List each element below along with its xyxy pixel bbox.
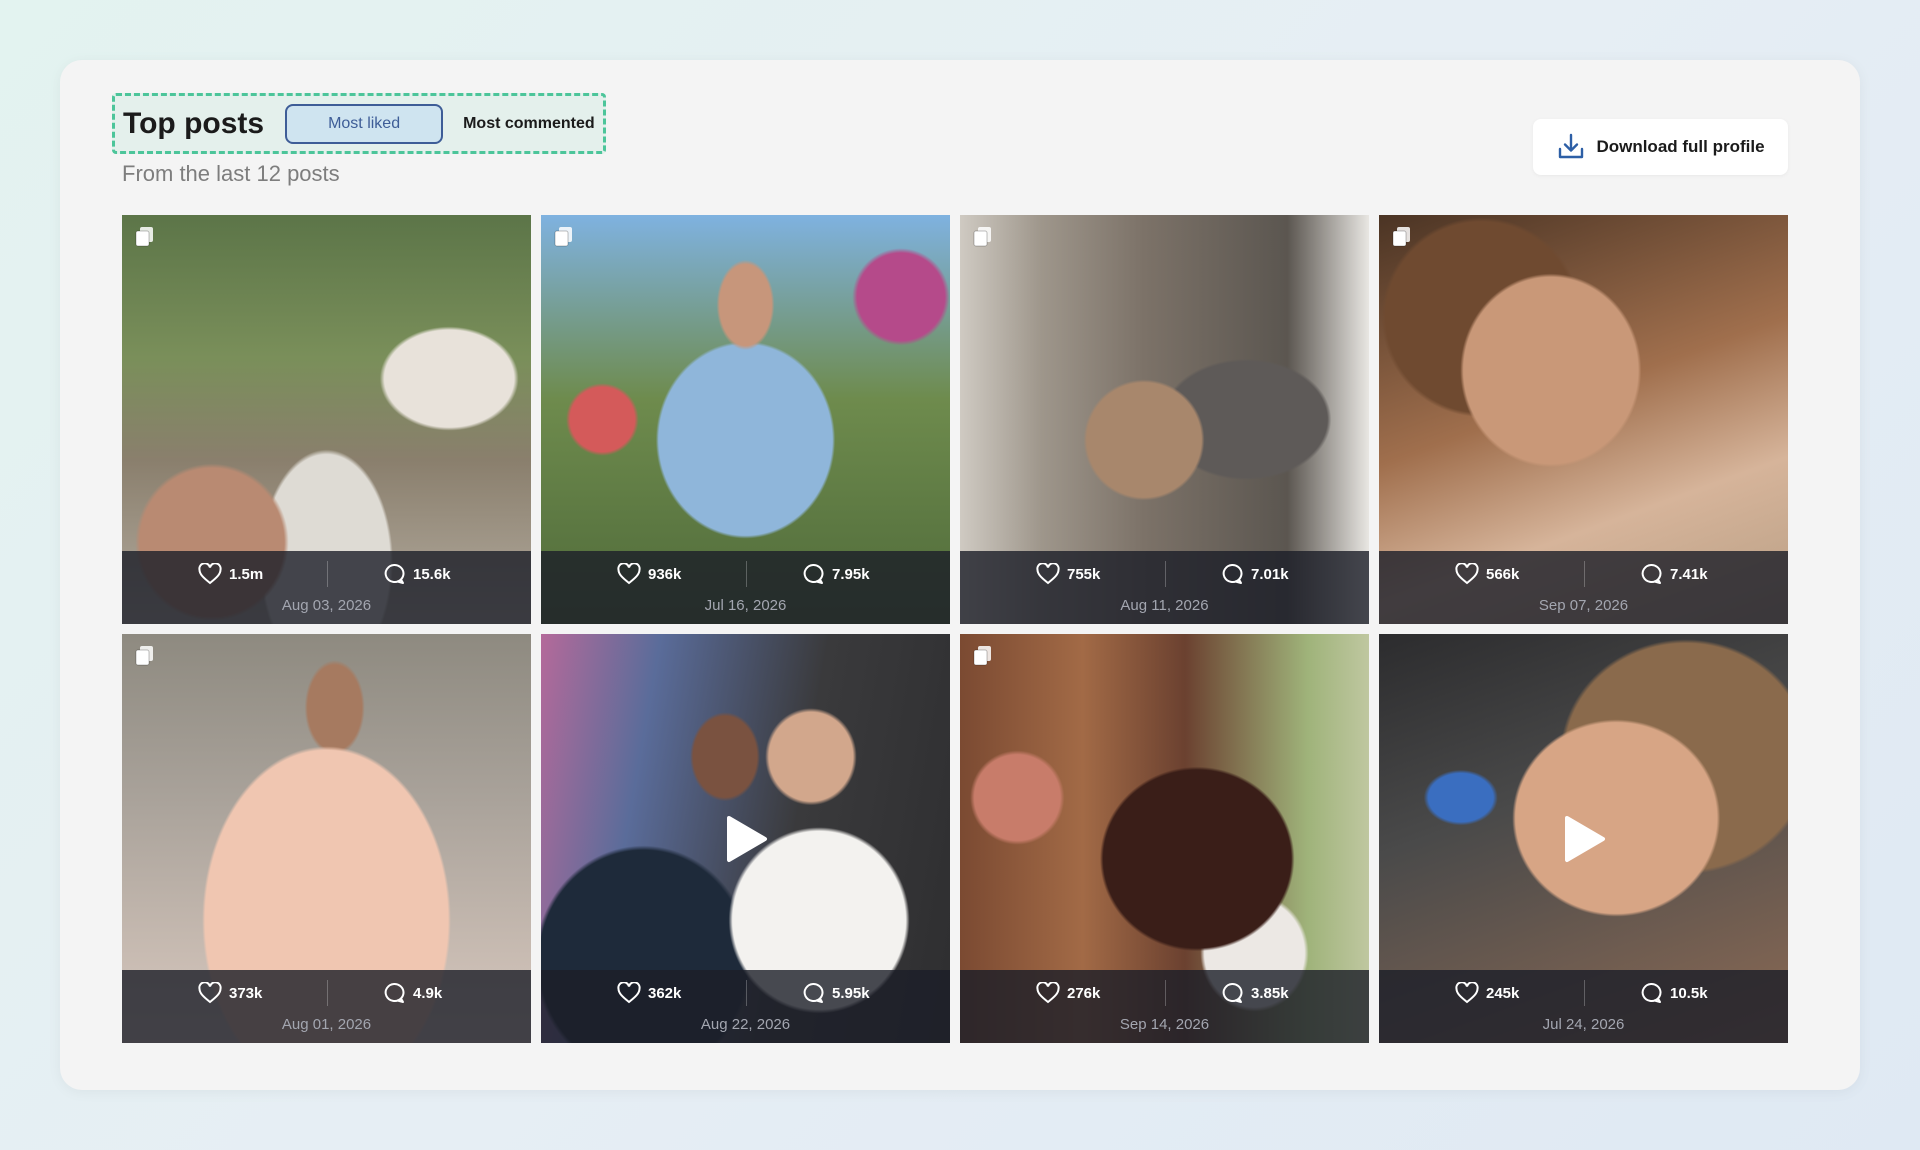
page-title: Top posts xyxy=(123,106,265,140)
likes-value: 755k xyxy=(1067,565,1101,583)
tab-most-liked[interactable]: Most liked xyxy=(285,103,444,144)
multi-image-icon xyxy=(135,646,153,666)
comments-value: 3.85k xyxy=(1251,984,1289,1002)
comment-icon xyxy=(384,982,405,1003)
play-icon[interactable] xyxy=(723,814,769,864)
posts-subtitle: From the last 12 posts xyxy=(122,161,340,186)
stats-divider xyxy=(1165,980,1166,1006)
heart-icon xyxy=(1455,563,1479,585)
comment-icon xyxy=(384,563,405,584)
post-stats-overlay: 245k 10.5k Jul 24, 2026 xyxy=(1379,970,1788,1043)
play-icon[interactable] xyxy=(1561,814,1607,864)
post-date: Aug 22, 2026 xyxy=(700,1016,791,1033)
stats-divider xyxy=(746,980,747,1006)
comments-value: 5.95k xyxy=(832,984,870,1002)
comment-icon xyxy=(1641,563,1662,584)
comments-count: 7.41k xyxy=(1639,563,1708,585)
comments-value: 4.9k xyxy=(413,984,443,1002)
likes-count: 755k xyxy=(1036,563,1100,585)
likes-value: 373k xyxy=(229,984,263,1002)
heart-icon xyxy=(1036,982,1060,1004)
post-stats-overlay: 936k 7.95k Jul 16, 2026 xyxy=(541,551,950,624)
post-date: Aug 01, 2026 xyxy=(281,1016,372,1033)
post-card[interactable]: 245k 10.5k Jul 24, 2026 xyxy=(1379,634,1788,1043)
heart-icon xyxy=(617,563,641,585)
likes-count: 362k xyxy=(617,982,681,1004)
comments-count: 3.85k xyxy=(1220,982,1289,1004)
post-card[interactable]: 936k 7.95k Jul 16, 2026 xyxy=(541,215,950,624)
post-date: Sep 07, 2026 xyxy=(1538,597,1629,614)
comments-count: 4.9k xyxy=(382,982,442,1004)
tab-most-commented[interactable]: Most commented xyxy=(463,115,595,133)
heart-icon xyxy=(198,982,222,1004)
comment-icon xyxy=(1222,982,1243,1003)
comments-count: 7.01k xyxy=(1220,563,1289,585)
multi-image-icon xyxy=(1392,227,1410,247)
post-card[interactable]: 276k 3.85k Sep 14, 2026 xyxy=(960,634,1369,1043)
likes-value: 566k xyxy=(1486,565,1520,583)
post-card[interactable]: 755k 7.01k Aug 11, 2026 xyxy=(960,215,1369,624)
post-stats-overlay: 373k 4.9k Aug 01, 2026 xyxy=(122,970,531,1043)
multi-image-icon xyxy=(554,227,572,247)
post-stats-overlay: 1.5m 15.6k Aug 03, 2026 xyxy=(122,551,531,624)
comments-count: 15.6k xyxy=(382,563,451,585)
comments-value: 7.41k xyxy=(1670,565,1708,583)
likes-count: 936k xyxy=(617,563,681,585)
download-full-profile-button[interactable]: Download full profile xyxy=(1533,119,1788,175)
post-stats-overlay: 362k 5.95k Aug 22, 2026 xyxy=(541,970,950,1043)
top-posts-header: Top posts Most liked Most commented xyxy=(112,93,606,154)
post-card[interactable]: 373k 4.9k Aug 01, 2026 xyxy=(122,634,531,1043)
comments-value: 15.6k xyxy=(413,565,451,583)
likes-count: 1.5m xyxy=(198,563,263,585)
stats-divider xyxy=(746,561,747,587)
download-label: Download full profile xyxy=(1596,137,1765,156)
heart-icon xyxy=(1036,563,1060,585)
likes-value: 1.5m xyxy=(229,565,264,583)
multi-image-icon xyxy=(973,646,991,666)
comments-value: 7.95k xyxy=(832,565,870,583)
post-stats-overlay: 755k 7.01k Aug 11, 2026 xyxy=(960,551,1369,624)
comment-icon xyxy=(803,982,824,1003)
stats-divider xyxy=(327,561,328,587)
post-stats-overlay: 566k 7.41k Sep 07, 2026 xyxy=(1379,551,1788,624)
stats-divider xyxy=(327,980,328,1006)
post-date: Jul 16, 2026 xyxy=(704,597,787,614)
post-stats-overlay: 276k 3.85k Sep 14, 2026 xyxy=(960,970,1369,1043)
comments-count: 7.95k xyxy=(801,563,870,585)
likes-value: 245k xyxy=(1486,984,1520,1002)
likes-count: 373k xyxy=(198,982,262,1004)
post-card[interactable]: 566k 7.41k Sep 07, 2026 xyxy=(1379,215,1788,624)
likes-count: 245k xyxy=(1455,982,1519,1004)
stats-divider xyxy=(1165,561,1166,587)
post-card[interactable]: 362k 5.95k Aug 22, 2026 xyxy=(541,634,950,1043)
comment-icon xyxy=(1222,563,1243,584)
posts-grid: 1.5m 15.6k Aug 03, 2026 936k 7.95k Jul 1… xyxy=(122,215,1788,1043)
heart-icon xyxy=(617,982,641,1004)
stats-divider xyxy=(1584,980,1585,1006)
multi-image-icon xyxy=(135,227,153,247)
stats-divider xyxy=(1584,561,1585,587)
likes-value: 276k xyxy=(1067,984,1101,1002)
heart-icon xyxy=(1455,982,1479,1004)
likes-count: 276k xyxy=(1036,982,1100,1004)
top-posts-card: Top posts Most liked Most commented From… xyxy=(60,60,1860,1090)
comments-count: 5.95k xyxy=(801,982,870,1004)
post-card[interactable]: 1.5m 15.6k Aug 03, 2026 xyxy=(122,215,531,624)
download-icon xyxy=(1559,133,1584,159)
heart-icon xyxy=(198,563,222,585)
comments-count: 10.5k xyxy=(1639,982,1708,1004)
likes-value: 362k xyxy=(648,984,682,1002)
comment-icon xyxy=(803,563,824,584)
post-date: Jul 24, 2026 xyxy=(1542,1016,1625,1033)
comments-value: 7.01k xyxy=(1251,565,1289,583)
comments-value: 10.5k xyxy=(1670,984,1708,1002)
multi-image-icon xyxy=(973,227,991,247)
post-date: Aug 03, 2026 xyxy=(281,597,372,614)
comment-icon xyxy=(1641,982,1662,1003)
likes-count: 566k xyxy=(1455,563,1519,585)
post-date: Aug 11, 2026 xyxy=(1120,597,1209,614)
post-date: Sep 14, 2026 xyxy=(1119,1016,1210,1033)
likes-value: 936k xyxy=(648,565,682,583)
